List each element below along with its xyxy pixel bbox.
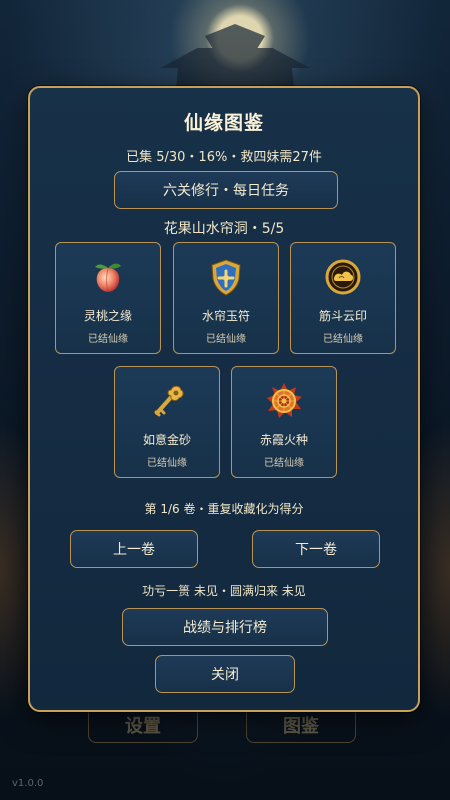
fire-emblem-icon: [232, 379, 336, 423]
card-name: 水帘玉符: [201, 309, 250, 323]
modal-title: 仙缘图鉴: [183, 112, 264, 134]
chapter-title: 花果山水帘洞・5/5: [163, 221, 285, 237]
card-name: 赤霞火种: [259, 433, 308, 447]
daily-tasks-button[interactable]: 六关修行・每日任务: [114, 171, 338, 209]
collection-card[interactable]: 如意金砂 已结仙缘: [114, 366, 220, 478]
shield-icon: [174, 255, 278, 299]
golden-key-icon: [115, 379, 219, 423]
codex-modal: 仙缘图鉴 已集 5/30・16%・救四妹需27件 六关修行・每日任务 花果山水帘…: [28, 86, 420, 712]
leaderboard-button[interactable]: 战绩与排行榜: [122, 608, 328, 646]
collection-card[interactable]: 灵桃之缘 已结仙缘: [55, 242, 161, 354]
achievements-status: 功亏一篑 未见・圆满归来 未见: [142, 584, 306, 598]
collection-card[interactable]: 赤霞火种 已结仙缘: [231, 366, 337, 478]
card-status: 已结仙缘: [206, 334, 246, 345]
card-status: 已结仙缘: [264, 458, 304, 469]
card-status: 已结仙缘: [323, 334, 363, 345]
card-name: 灵桃之缘: [83, 309, 132, 323]
cloud-seal-icon: [291, 255, 395, 299]
peach-icon: [56, 255, 160, 299]
card-name: 筋斗云印: [318, 309, 367, 323]
version-label: v1.0.0: [12, 778, 44, 789]
collection-progress: 已集 5/30・16%・救四妹需27件: [126, 150, 322, 165]
previous-volume-button[interactable]: 上一卷: [70, 530, 198, 568]
collection-card[interactable]: 水帘玉符 已结仙缘: [173, 242, 279, 354]
next-volume-button[interactable]: 下一卷: [252, 530, 380, 568]
close-button[interactable]: 关闭: [155, 655, 295, 693]
card-name: 如意金砂: [142, 433, 191, 447]
card-status: 已结仙缘: [88, 334, 128, 345]
volume-indicator: 第 1/6 卷・重复收藏化为得分: [144, 502, 304, 516]
collection-card[interactable]: 筋斗云印 已结仙缘: [290, 242, 396, 354]
card-status: 已结仙缘: [147, 458, 187, 469]
